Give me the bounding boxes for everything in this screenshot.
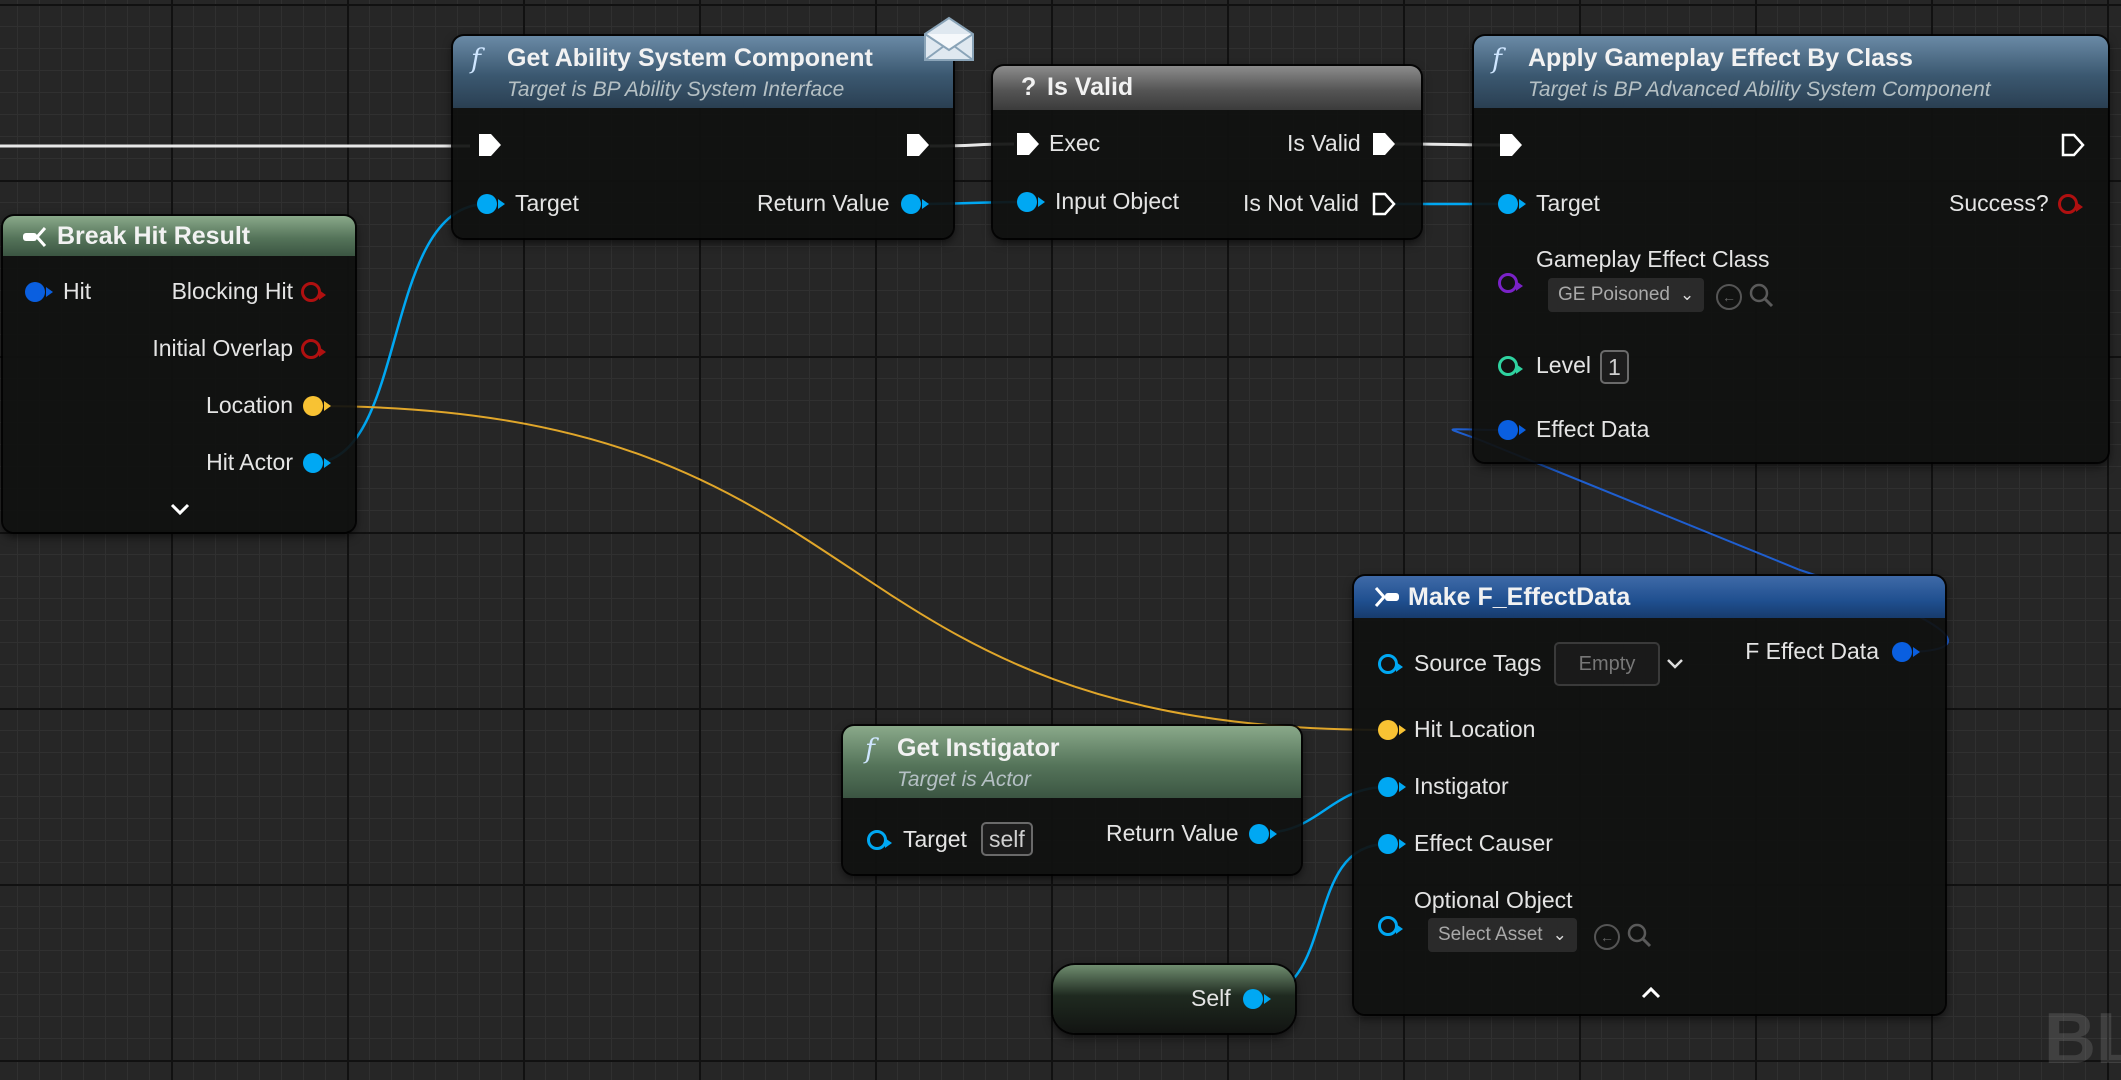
- exec-out-pin[interactable]: [2060, 132, 2086, 158]
- node-title: Is Valid: [1047, 73, 1134, 101]
- node-subtitle: Target is BP Advanced Ability System Com…: [1528, 78, 1991, 101]
- dropdown-value: GE Poisoned: [1558, 284, 1670, 305]
- source-tags-label: Source Tags: [1414, 650, 1542, 676]
- node-get-instigator[interactable]: f Get Instigator Target is Actor Target …: [843, 726, 1301, 874]
- source-tags-pin[interactable]: [1378, 654, 1403, 674]
- level-input[interactable]: 1: [1600, 350, 1629, 384]
- input-object-label: Input Object: [1055, 188, 1180, 214]
- exec-label: Exec: [1049, 130, 1101, 156]
- effect-data-label: Effect Data: [1536, 416, 1650, 442]
- blocking-hit-pin[interactable]: [301, 282, 326, 302]
- return-value-pin[interactable]: [1249, 824, 1277, 844]
- node-title: Apply Gameplay Effect By Class: [1528, 44, 1913, 72]
- target-label: Target: [515, 190, 579, 216]
- success-label: Success?: [1949, 190, 2049, 216]
- level-pin[interactable]: [1498, 356, 1523, 376]
- node-get-ability-system-component[interactable]: f Get Ability System Component Target is…: [453, 36, 953, 238]
- chevron-down-icon: ⌄: [1547, 925, 1567, 944]
- hit-location-label: Hit Location: [1414, 716, 1536, 742]
- question-icon: ?: [1021, 73, 1037, 101]
- return-value-label: Return Value: [1106, 820, 1239, 846]
- hit-label: Hit: [63, 278, 92, 304]
- hit-pin[interactable]: [25, 282, 53, 302]
- node-title: Make F_EffectData: [1408, 583, 1631, 611]
- break-struct-icon: [23, 227, 47, 247]
- target-self-input[interactable]: self: [981, 822, 1033, 856]
- success-pin[interactable]: [2058, 194, 2083, 214]
- blocking-hit-label: Blocking Hit: [171, 278, 293, 304]
- location-pin[interactable]: [303, 396, 331, 416]
- node-subtitle: Target is BP Ability System Interface: [507, 78, 845, 101]
- is-valid-label: Is Valid: [1287, 130, 1361, 156]
- is-not-valid-exec-pin[interactable]: [1371, 191, 1397, 217]
- gameplay-effect-class-dropdown[interactable]: GE Poisoned ⌄: [1548, 278, 1705, 312]
- hit-actor-label: Hit Actor: [206, 449, 293, 475]
- hit-actor-pin[interactable]: [303, 453, 331, 473]
- gameplay-effect-class-label: Gameplay Effect Class: [1536, 246, 1770, 272]
- return-value-label: Return Value: [757, 190, 890, 216]
- blueprint-watermark: BL: [2044, 999, 2121, 1079]
- browse-search-icon[interactable]: [1748, 282, 1774, 308]
- f-effect-data-label: F Effect Data: [1745, 638, 1879, 664]
- exec-in-pin[interactable]: [1498, 132, 1524, 158]
- effect-data-pin[interactable]: [1498, 420, 1526, 440]
- expand-chevron-icon[interactable]: [169, 502, 191, 516]
- instigator-pin[interactable]: [1378, 777, 1406, 797]
- target-pin[interactable]: [477, 194, 505, 214]
- dropdown-value: Select Asset: [1438, 924, 1543, 945]
- exec-in-pin[interactable]: [477, 132, 503, 158]
- node-self[interactable]: Self: [1053, 965, 1295, 1033]
- optional-object-pin[interactable]: [1378, 916, 1403, 936]
- use-selected-asset-icon[interactable]: ←: [1594, 924, 1620, 950]
- use-selected-asset-icon[interactable]: ←: [1716, 284, 1742, 310]
- target-label: Target: [903, 826, 967, 852]
- node-apply-gameplay-effect-by-class[interactable]: f Apply Gameplay Effect By Class Target …: [1474, 36, 2108, 462]
- function-icon: f: [865, 734, 875, 765]
- chevron-down-icon: ⌄: [1675, 285, 1695, 304]
- effect-causer-pin[interactable]: [1378, 834, 1406, 854]
- gameplay-effect-class-pin[interactable]: [1498, 273, 1523, 293]
- node-subtitle: Target is Actor: [897, 768, 1031, 791]
- instigator-label: Instigator: [1414, 773, 1509, 799]
- collapse-chevron-icon[interactable]: [1640, 986, 1662, 1000]
- browse-search-icon[interactable]: [1626, 922, 1652, 948]
- target-label: Target: [1536, 190, 1600, 216]
- envelope-icon[interactable]: [922, 16, 976, 64]
- hit-location-pin[interactable]: [1378, 720, 1406, 740]
- source-tags-input[interactable]: Empty: [1554, 642, 1660, 686]
- self-label: Self: [1191, 985, 1231, 1011]
- is-not-valid-label: Is Not Valid: [1243, 190, 1359, 216]
- input-object-pin[interactable]: [1017, 192, 1045, 212]
- self-pin[interactable]: [1243, 989, 1271, 1009]
- function-icon: f: [471, 44, 481, 75]
- exec-out-pin[interactable]: [905, 132, 931, 158]
- node-title: Get Ability System Component: [507, 44, 873, 72]
- node-title: Get Instigator: [897, 734, 1060, 762]
- is-valid-exec-pin[interactable]: [1371, 131, 1397, 157]
- return-value-pin[interactable]: [901, 194, 929, 214]
- effect-causer-label: Effect Causer: [1414, 830, 1553, 856]
- node-break-hit-result[interactable]: Break Hit Result Hit Blocking Hit Initia…: [3, 216, 355, 532]
- node-make-f-effectdata[interactable]: Make F_EffectData Source Tags Empty F Ef…: [1354, 576, 1945, 1014]
- initial-overlap-pin[interactable]: [301, 339, 326, 359]
- optional-object-dropdown[interactable]: Select Asset ⌄: [1428, 918, 1577, 952]
- node-title: Break Hit Result: [57, 222, 251, 250]
- node-is-valid[interactable]: ? Is Valid Exec Is Valid Input Object Is…: [993, 66, 1421, 238]
- make-struct-icon: [1374, 587, 1399, 607]
- optional-object-label: Optional Object: [1414, 887, 1573, 913]
- target-pin[interactable]: [867, 830, 892, 850]
- exec-in-pin[interactable]: [1015, 131, 1041, 157]
- chevron-down-icon[interactable]: [1666, 658, 1684, 670]
- f-effect-data-pin[interactable]: [1892, 642, 1920, 662]
- initial-overlap-label: Initial Overlap: [152, 335, 293, 361]
- level-label: Level: [1536, 352, 1591, 378]
- wire-location-hitlocation: [311, 405, 1388, 731]
- target-pin[interactable]: [1498, 194, 1526, 214]
- location-label: Location: [206, 392, 293, 418]
- function-icon: f: [1492, 44, 1502, 75]
